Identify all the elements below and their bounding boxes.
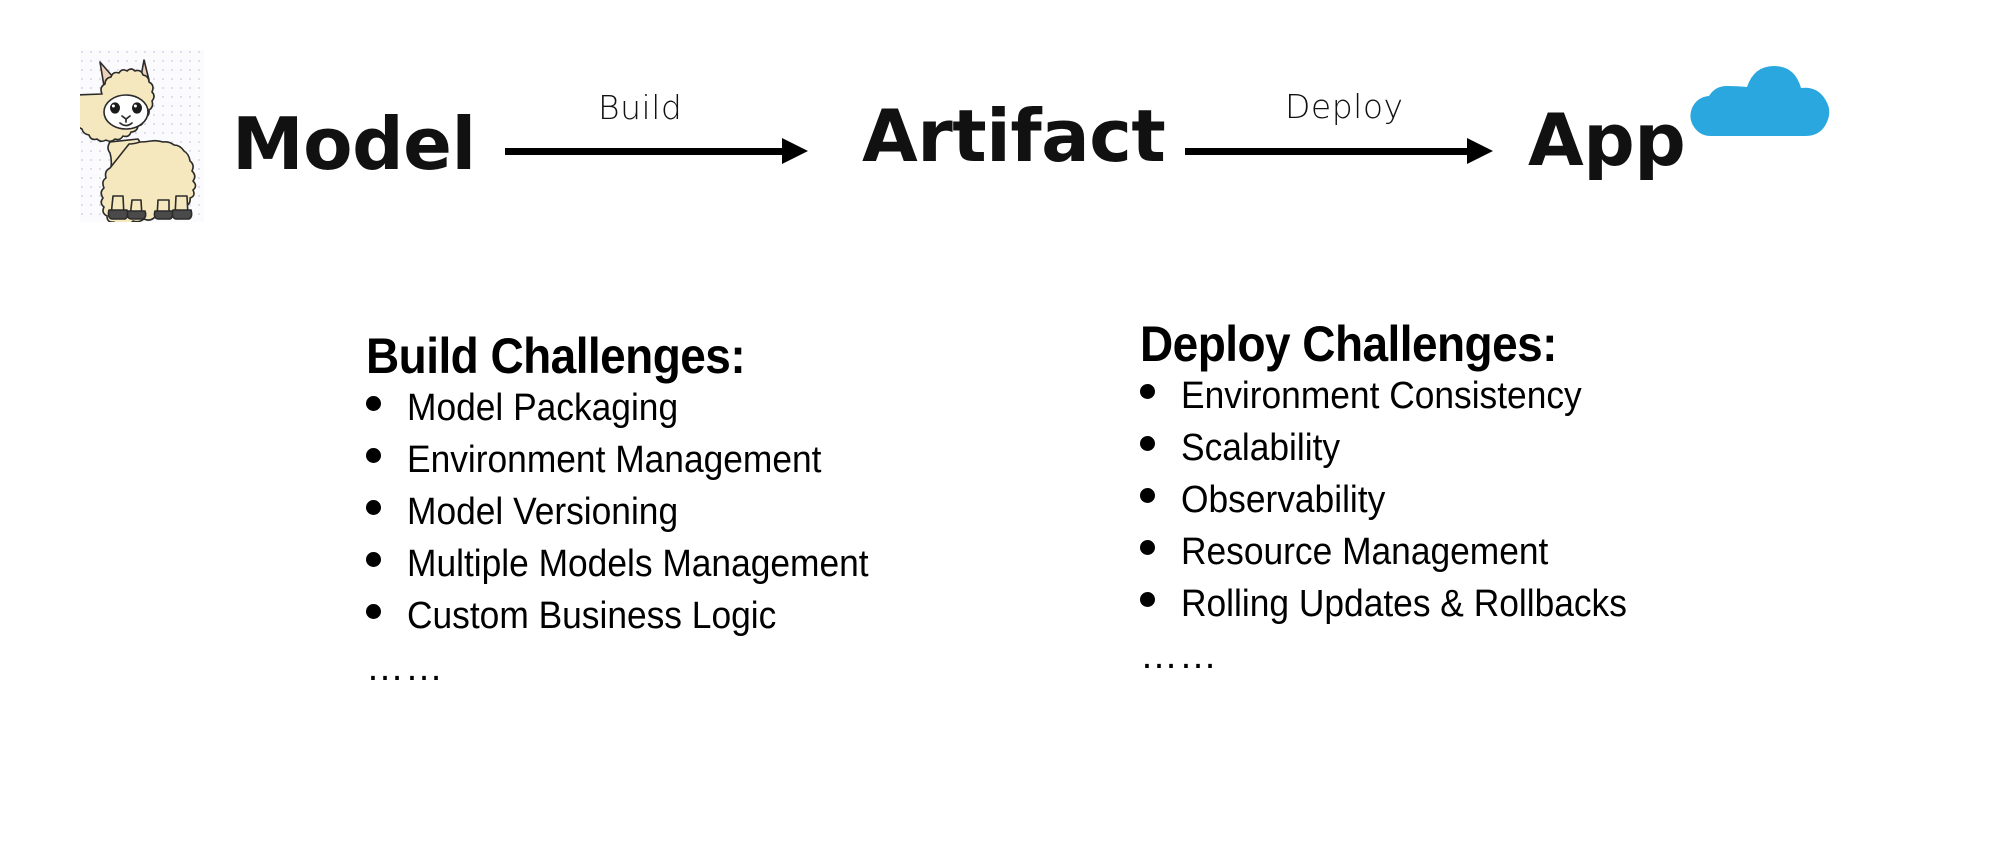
list-item-label: Custom Business Logic xyxy=(407,594,777,637)
llama-illustration xyxy=(80,59,197,222)
list-item: Scalability xyxy=(1140,429,1780,467)
cloud-icon xyxy=(1690,66,1830,136)
llama-eye-left xyxy=(110,102,120,114)
stage-label-app: App xyxy=(1528,98,1686,182)
pipeline-diagram: Model Build Artifact Deploy App xyxy=(0,0,1990,240)
list-item: Multiple Models Management xyxy=(366,545,986,583)
list-item: Model Packaging xyxy=(366,389,986,427)
arrow-deploy-line xyxy=(1185,148,1469,155)
arrow-label-build: Build xyxy=(598,88,683,127)
arrow-build-line xyxy=(505,148,784,155)
list-item: Rolling Updates & Rollbacks xyxy=(1140,585,1780,623)
llama-eye-right xyxy=(132,102,142,114)
bullet-icon xyxy=(1140,383,1155,399)
list-item-label: Environment Management xyxy=(407,438,822,481)
build-challenges-list: Model Packaging Environment Management M… xyxy=(366,389,986,635)
list-item-label: Resource Management xyxy=(1181,530,1549,573)
list-item-label: Environment Consistency xyxy=(1181,374,1582,417)
list-item: Environment Management xyxy=(366,441,986,479)
arrow-build-head xyxy=(782,138,808,164)
arrow-deploy-head xyxy=(1467,138,1493,164)
list-item: Observability xyxy=(1140,481,1780,519)
bullet-icon xyxy=(366,395,381,411)
list-item: Environment Consistency xyxy=(1140,377,1780,415)
stage-label-model: Model xyxy=(232,102,476,186)
list-item-label: Model Versioning xyxy=(407,490,679,533)
list-item-label: Scalability xyxy=(1181,426,1341,469)
deploy-challenges-heading: Deploy Challenges: xyxy=(1140,316,1557,372)
list-item-label: Multiple Models Management xyxy=(407,542,869,585)
list-item: Custom Business Logic xyxy=(366,597,986,635)
list-item: Model Versioning xyxy=(366,493,986,531)
bullet-icon xyxy=(1140,539,1155,555)
arrow-label-deploy: Deploy xyxy=(1285,87,1404,126)
list-item-label: Rolling Updates & Rollbacks xyxy=(1181,582,1627,625)
list-item-label: Observability xyxy=(1181,478,1386,521)
bullet-icon xyxy=(366,551,381,567)
bullet-icon xyxy=(1140,487,1155,503)
build-challenges-ellipsis: …… xyxy=(366,646,444,689)
list-item: Resource Management xyxy=(1140,533,1780,571)
build-challenges-heading: Build Challenges: xyxy=(366,328,746,384)
bullet-icon xyxy=(366,603,381,619)
deploy-challenges-ellipsis: …… xyxy=(1140,634,1218,677)
stage-label-artifact: Artifact xyxy=(862,94,1166,178)
bullet-icon xyxy=(1140,591,1155,607)
bullet-icon xyxy=(366,447,381,463)
llama-icon xyxy=(80,50,204,222)
deploy-challenges-list: Environment Consistency Scalability Obse… xyxy=(1140,377,1780,623)
bullet-icon xyxy=(366,499,381,515)
list-item-label: Model Packaging xyxy=(407,386,679,429)
bullet-icon xyxy=(1140,435,1155,451)
build-challenges-column: Build Challenges: Model Packaging Enviro… xyxy=(366,330,986,687)
deploy-challenges-column: Deploy Challenges: Environment Consisten… xyxy=(1140,318,1780,675)
